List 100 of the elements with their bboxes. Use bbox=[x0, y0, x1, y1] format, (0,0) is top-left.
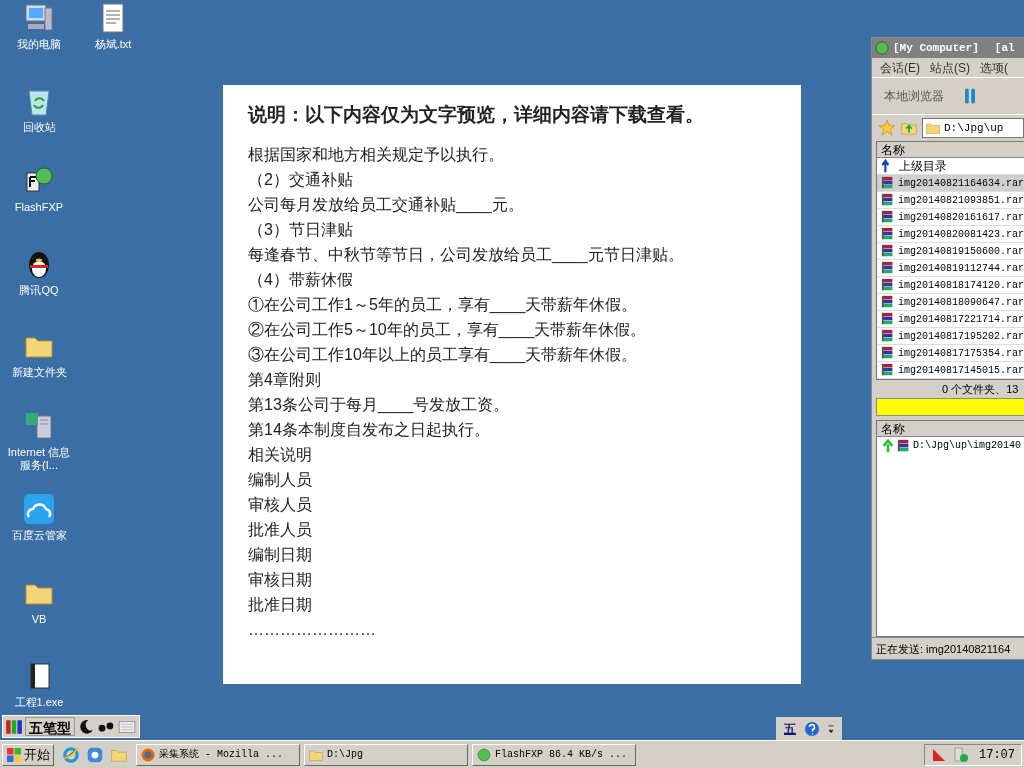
file-name: D:\Jpg\up\img20140 bbox=[913, 439, 1022, 453]
document-line: （2）交通补贴 bbox=[248, 169, 354, 190]
document-line: ③在公司工作10年以上的员工享有____天带薪年休假。 bbox=[248, 344, 639, 366]
input-method-icon bbox=[5, 717, 23, 736]
document-title: 说明：以下内容仅为文字预览，详细内容请下载查看。 bbox=[248, 103, 705, 127]
document-line: 第4章附则 bbox=[248, 369, 322, 390]
help-icon bbox=[804, 720, 820, 737]
archive-icon bbox=[897, 438, 911, 453]
archive-icon bbox=[881, 193, 895, 207]
document-line: （4）带薪休假 bbox=[248, 269, 354, 290]
file-row[interactable]: img20140820161617.rar bbox=[877, 209, 1024, 226]
document-line: （3）节日津贴 bbox=[248, 219, 354, 240]
file-name: 上级目录 bbox=[899, 158, 947, 175]
up-arrow-icon bbox=[881, 438, 895, 453]
archive-icon bbox=[881, 346, 895, 360]
menu-item[interactable]: 会话(E) bbox=[880, 58, 920, 77]
menu-item[interactable]: 站点(S) bbox=[930, 58, 970, 77]
file-row[interactable]: img20140819150600.rar bbox=[877, 243, 1024, 260]
taskbar-button[interactable]: 采集系统 - Mozilla ... bbox=[136, 743, 300, 766]
menu-item[interactable]: 选项( bbox=[980, 58, 1008, 77]
file-row[interactable]: img20140817195202.rar bbox=[877, 328, 1024, 345]
path-text: D:\Jpg\up bbox=[944, 120, 1004, 136]
taskbar-button[interactable]: FlashFXP 86.4 KB/s ... bbox=[472, 743, 636, 766]
cloud-icon bbox=[23, 493, 55, 525]
server-icon bbox=[23, 410, 55, 442]
app-icon bbox=[86, 745, 104, 764]
document-line: ②在公司工作5～10年的员工，享有____天带薪年休假。 bbox=[248, 319, 648, 341]
moon-icon bbox=[77, 717, 95, 736]
document-line: …………………… bbox=[248, 619, 377, 640]
server-icon bbox=[953, 746, 969, 763]
desktop-icon-label[interactable]: VB bbox=[31, 613, 47, 626]
file-row[interactable]: img20140821093851.rar bbox=[877, 192, 1024, 209]
file-row[interactable]: img20140818174120.rar bbox=[877, 277, 1024, 294]
document-line: 第14条本制度自发布之日起执行。 bbox=[248, 419, 491, 440]
desktop-icon-label[interactable]: Internet 信息服务(I... bbox=[4, 446, 74, 472]
input-method-button[interactable]: 五笔型 bbox=[25, 717, 75, 736]
taskbar-button[interactable]: D:\Jpg bbox=[304, 743, 468, 766]
file-name: img20140818174120.rar bbox=[898, 278, 1024, 293]
desktop-icon-label[interactable]: FlashFXP bbox=[14, 201, 64, 214]
column-header[interactable]: 名称 bbox=[877, 142, 1024, 158]
file-name: img20140820081423.rar bbox=[898, 227, 1024, 242]
file-row[interactable]: img20140817221714.rar bbox=[877, 311, 1024, 328]
archive-icon bbox=[881, 227, 895, 241]
file-row[interactable]: img20140817145015.rar bbox=[877, 362, 1024, 379]
document-line: ①在公司工作1～5年的员工，享有____天带薪年休假。 bbox=[248, 294, 639, 316]
windows-logo-icon bbox=[6, 746, 22, 763]
firefox-icon bbox=[140, 746, 156, 763]
file-row[interactable]: img20140821164634.rar bbox=[877, 175, 1024, 192]
archive-icon bbox=[881, 244, 895, 258]
folder-icon bbox=[925, 120, 941, 136]
desktop-icon-label[interactable]: 回收站 bbox=[22, 121, 56, 134]
archive-icon bbox=[881, 261, 895, 275]
file-name: img20140817145015.rar bbox=[898, 363, 1024, 378]
document-line: 审核日期 bbox=[248, 569, 313, 590]
file-row[interactable]: img20140819112744.rar bbox=[877, 260, 1024, 277]
document-line: 编制日期 bbox=[248, 544, 313, 565]
archive-icon bbox=[881, 329, 895, 343]
file-row[interactable]: img20140820081423.rar bbox=[877, 226, 1024, 243]
browser-icon bbox=[62, 745, 80, 764]
document-line: 每逢春节、中秋节等节日，公司发放给员工____元节日津贴。 bbox=[248, 244, 685, 266]
desktop-icon-label[interactable]: 工程1.exe bbox=[14, 696, 64, 709]
file-name: img20140817221714.rar bbox=[898, 312, 1024, 327]
start-button[interactable]: 开始 bbox=[2, 743, 54, 766]
archive-icon bbox=[881, 176, 895, 190]
file-count: 0 个文件夹、13 bbox=[941, 382, 1020, 397]
archive-icon bbox=[881, 278, 895, 292]
flag-icon bbox=[931, 746, 947, 763]
file-row[interactable]: img20140818090647.rar bbox=[877, 294, 1024, 311]
document-line: 相关说明 bbox=[248, 444, 313, 465]
computer-icon bbox=[23, 2, 55, 34]
document-line: 第13条公司于每月____号发放工资。 bbox=[248, 394, 511, 416]
archive-icon bbox=[881, 210, 895, 224]
document-line: 公司每月发放给员工交通补贴____元。 bbox=[248, 194, 525, 216]
window-title: [al bbox=[994, 40, 1015, 56]
document-line: 根据国家和地方相关规定予以执行。 bbox=[248, 144, 505, 165]
queue-row[interactable]: D:\Jpg\up\img20140 bbox=[877, 437, 1024, 454]
document-line: 审核人员 bbox=[248, 494, 313, 515]
file-name: img20140818090647.rar bbox=[898, 295, 1024, 310]
archive-icon bbox=[881, 295, 895, 309]
file-name: img20140817195202.rar bbox=[898, 329, 1024, 344]
file-name: img20140821093851.rar bbox=[898, 193, 1024, 208]
column-header[interactable]: 名称 bbox=[877, 421, 1024, 437]
desktop-icon-label[interactable]: 腾讯QQ bbox=[19, 284, 59, 297]
star-icon bbox=[878, 119, 896, 137]
clock: 17:07 bbox=[979, 746, 1015, 764]
archive-icon bbox=[881, 312, 895, 326]
status-text: 正在发送: img20140821164 bbox=[872, 637, 1024, 659]
archive-icon bbox=[881, 363, 895, 377]
file-name: img20140820161617.rar bbox=[898, 210, 1024, 225]
document-line: 批准日期 bbox=[248, 594, 313, 615]
file-name: img20140819150600.rar bbox=[898, 244, 1024, 259]
desktop-icon-label[interactable]: 杨斌.txt bbox=[94, 38, 132, 51]
file-name: img20140821164634.rar bbox=[898, 176, 1024, 191]
path-field[interactable]: D:\Jpg\up bbox=[922, 118, 1024, 138]
desktop-icon-label[interactable]: 我的电脑 bbox=[17, 38, 61, 51]
desktop-icon-label[interactable]: 新建文件夹 bbox=[11, 366, 67, 379]
file-row[interactable]: img20140817175354.rar bbox=[877, 345, 1024, 362]
file-name: img20140819112744.rar bbox=[898, 261, 1024, 276]
window-title: [My Computer] bbox=[893, 40, 979, 56]
desktop-icon-label[interactable]: 百度云管家 bbox=[11, 529, 67, 542]
